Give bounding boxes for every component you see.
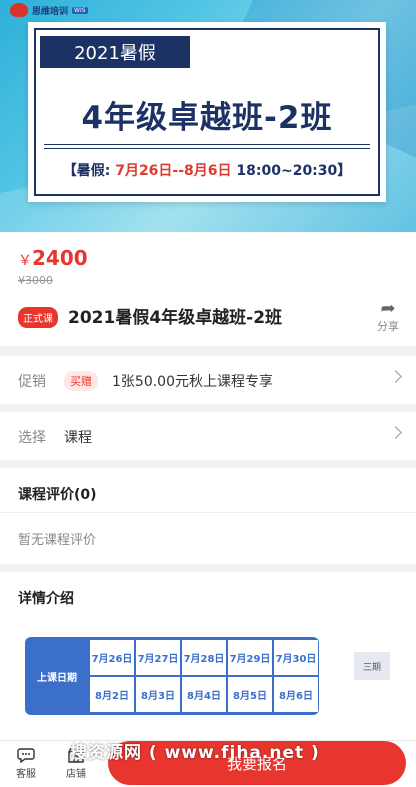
- detail-title: 详情介绍: [18, 591, 74, 607]
- select-row[interactable]: 选择 课程: [0, 412, 416, 460]
- schedule-header: 上课日期: [37, 672, 77, 684]
- chevron-right-icon: [389, 370, 402, 383]
- select-value: 课程: [64, 430, 92, 446]
- original-price: ¥3000: [18, 274, 53, 287]
- divider: [0, 512, 416, 513]
- schedule-cell: 7月27日: [136, 640, 180, 675]
- banner-title: 4年级卓越班-2班: [81, 100, 333, 136]
- price: ￥2400: [18, 246, 88, 270]
- banner-time: 【暑假: 7月26日--8月6日 18:00~20:30】: [62, 163, 352, 179]
- banner-card: 2021暑假 4年级卓越班-2班 【暑假: 7月26日--8月6日 18:00~…: [28, 22, 386, 202]
- review-section: 课程评价(0) 暂无课程评价: [0, 468, 416, 564]
- chevron-right-icon: [389, 426, 402, 439]
- banner-dates: 7月26日--8月6日: [115, 163, 232, 179]
- promo-text: 1张50.00元秋上课程专享: [112, 374, 273, 390]
- course-title: 2021暑假4年级卓越班-2班: [68, 308, 283, 328]
- service-label: 客服: [16, 769, 36, 780]
- period-chip[interactable]: 三期: [354, 652, 390, 680]
- promo-label: 促销: [18, 374, 46, 390]
- logo-mark-icon: [10, 3, 28, 17]
- brand-logo: 思维培训 WIS: [10, 3, 88, 17]
- product-info: ￥2400 ¥3000 正式课 2021暑假4年级卓越班-2班 ➦ 分享: [0, 232, 416, 346]
- watermark-text: 搜资源网 ( www.fjha.net ): [70, 743, 320, 763]
- schedule-cell: 8月4日: [182, 677, 226, 712]
- chat-icon: [17, 748, 35, 763]
- review-title: 课程评价(0): [18, 487, 97, 503]
- course-banner: 思维培训 WIS 2021暑假 4年级卓越班-2班 【暑假: 7月26日--8月…: [0, 0, 416, 232]
- schedule-cell: 8月2日: [90, 677, 134, 712]
- course-type-badge: 正式课: [18, 307, 58, 328]
- share-label: 分享: [377, 320, 399, 333]
- schedule-cell: 8月6日: [274, 677, 318, 712]
- logo-text: 思维培训: [32, 6, 69, 17]
- share-icon: ➦: [380, 298, 396, 319]
- schedule-cell: 7月30日: [274, 640, 318, 675]
- store-label: 店铺: [66, 769, 86, 780]
- logo-tag: WIS: [72, 6, 88, 14]
- banner-tag: 2021暑假: [40, 36, 190, 68]
- promo-row[interactable]: 促销 买赠 1张50.00元秋上课程专享: [0, 356, 416, 404]
- empty-review-text: 暂无课程评价: [18, 533, 97, 548]
- service-button[interactable]: 客服: [6, 747, 46, 780]
- schedule-cell: 7月29日: [228, 640, 272, 675]
- share-button[interactable]: ➦ 分享: [374, 300, 402, 334]
- promo-badge: 买赠: [64, 371, 98, 391]
- schedule-cell: 7月26日: [90, 640, 134, 675]
- schedule-cell: 8月3日: [136, 677, 180, 712]
- schedule-cell: 7月28日: [182, 640, 226, 675]
- schedule-table: 上课日期 7月26日 7月27日 7月28日 7月29日 7月30日 8月2日 …: [25, 637, 319, 715]
- detail-section: 详情介绍 上课日期 7月26日 7月27日 7月28日 7月29日 7月30日 …: [0, 572, 416, 740]
- select-label: 选择: [18, 430, 46, 446]
- schedule-cell: 8月5日: [228, 677, 272, 712]
